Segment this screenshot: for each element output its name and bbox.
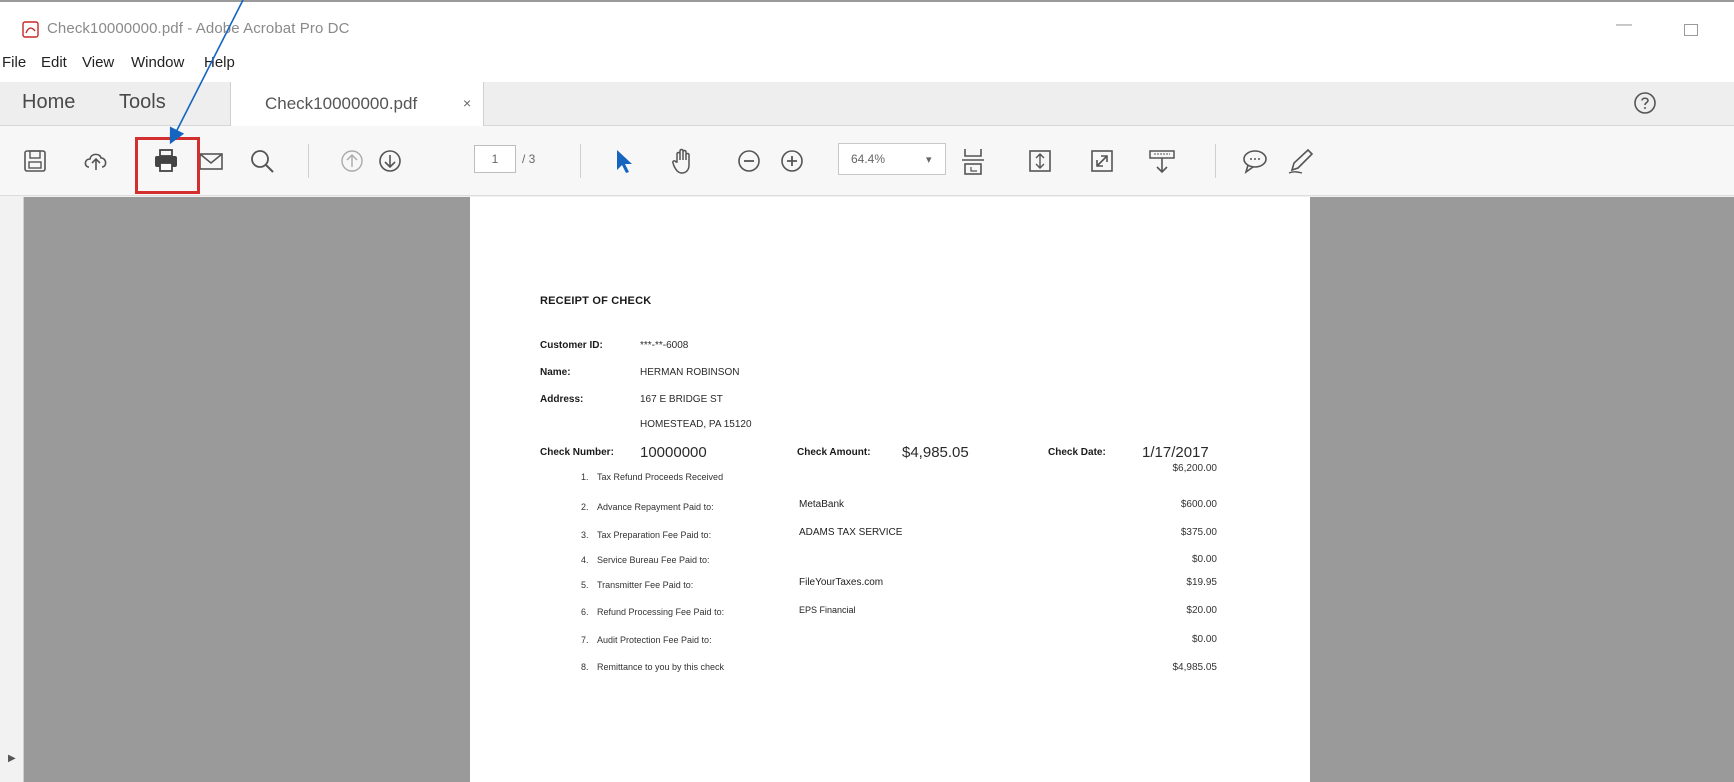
item-amount: $20.00 — [1186, 605, 1217, 616]
tab-bar: Home Tools Check10000000.pdf × — [0, 82, 1734, 127]
tab-document[interactable]: Check10000000.pdf × — [230, 82, 484, 127]
save-icon[interactable] — [20, 146, 50, 176]
document-title: RECEIPT OF CHECK — [540, 295, 652, 307]
item-amount: $4,985.05 — [1172, 662, 1218, 673]
item-label: Audit Protection Fee Paid to: — [597, 635, 712, 645]
pdf-page: RECEIPT OF CHECK Customer ID: ***-**-600… — [470, 197, 1310, 782]
check-date-value: 1/17/2017 — [1142, 444, 1209, 461]
toolbar-separator — [308, 144, 309, 178]
mail-icon[interactable] — [196, 146, 226, 176]
item-number: 6. — [581, 607, 589, 617]
pen-icon[interactable] — [1286, 146, 1316, 176]
cloud-upload-icon[interactable] — [81, 146, 111, 176]
item-amount: $600.00 — [1180, 499, 1217, 510]
item-label: Tax Preparation Fee Paid to: — [597, 530, 712, 540]
menu-file[interactable]: File — [2, 54, 26, 71]
item-number: 5. — [581, 580, 589, 590]
item-amount: $6,200.00 — [1172, 463, 1218, 474]
menu-bar: File Edit View Window Help — [0, 46, 1734, 82]
select-arrow-icon[interactable] — [608, 146, 638, 176]
zoom-dropdown[interactable]: 64.4% ▾ — [838, 143, 946, 175]
address-line2: HOMESTEAD, PA 15120 — [640, 419, 752, 430]
zoom-in-icon[interactable] — [777, 146, 807, 176]
item-payee: MetaBank — [799, 499, 845, 510]
item-amount: $0.00 — [1191, 554, 1217, 565]
tab-home[interactable]: Home — [22, 91, 75, 114]
item-payee: FileYourTaxes.com — [799, 577, 884, 588]
close-tab-button[interactable]: × — [463, 95, 471, 111]
toolbar-separator — [580, 144, 581, 178]
page-number-input[interactable]: 1 — [474, 145, 516, 173]
name-label: Name: — [540, 367, 571, 378]
check-number-label: Check Number: — [540, 447, 614, 458]
check-number-value: 10000000 — [640, 444, 707, 461]
page-down-icon[interactable] — [375, 146, 405, 176]
item-label: Advance Repayment Paid to: — [597, 502, 714, 512]
zoom-out-icon[interactable] — [734, 146, 764, 176]
maximize-button[interactable] — [1684, 24, 1698, 36]
item-number: 8. — [581, 662, 589, 672]
menu-help[interactable]: Help — [204, 54, 235, 71]
item-amount: $19.95 — [1186, 577, 1217, 588]
page-up-icon[interactable] — [337, 146, 367, 176]
tab-tools[interactable]: Tools — [119, 91, 166, 114]
menu-edit[interactable]: Edit — [41, 54, 67, 71]
hand-tool-icon[interactable] — [668, 146, 698, 176]
address-line1: 167 E BRIDGE ST — [640, 394, 723, 405]
fit-page-icon[interactable] — [958, 146, 988, 176]
item-label: Refund Processing Fee Paid to: — [597, 607, 725, 617]
name-value: HERMAN ROBINSON — [640, 367, 740, 378]
menu-window[interactable]: Window — [131, 54, 184, 71]
menu-view[interactable]: View — [82, 54, 114, 71]
title-bar: Check10000000.pdf - Adobe Acrobat Pro DC… — [0, 0, 1734, 46]
document-tab-label: Check10000000.pdf — [265, 94, 418, 113]
item-number: 1. — [581, 472, 589, 482]
check-date-label: Check Date: — [1048, 447, 1106, 458]
full-screen-icon[interactable] — [1087, 146, 1117, 176]
item-label: Remittance to you by this check — [597, 662, 725, 672]
expand-panel-icon[interactable]: ▶ — [8, 753, 16, 764]
scroll-mode-icon[interactable] — [1025, 146, 1055, 176]
item-label: Transmitter Fee Paid to: — [597, 580, 694, 590]
item-number: 4. — [581, 555, 589, 565]
window-title: Check10000000.pdf - Adobe Acrobat Pro DC — [47, 20, 350, 37]
item-label: Tax Refund Proceeds Received — [597, 472, 724, 482]
item-payee: ADAMS TAX SERVICE — [799, 527, 903, 538]
item-amount: $375.00 — [1180, 527, 1217, 538]
left-panel: ▶ — [0, 197, 24, 782]
chevron-down-icon: ▾ — [926, 154, 932, 166]
item-label: Service Bureau Fee Paid to: — [597, 555, 710, 565]
page-total: / 3 — [522, 152, 536, 166]
check-amount-value: $4,985.05 — [902, 444, 969, 461]
search-icon[interactable] — [247, 146, 277, 176]
customer-id-value: ***-**-6008 — [640, 340, 689, 351]
pdf-file-icon — [22, 21, 39, 38]
comment-icon[interactable] — [1240, 146, 1270, 176]
item-payee: EPS Financial — [799, 605, 856, 615]
check-amount-label: Check Amount: — [797, 447, 871, 458]
read-mode-icon[interactable] — [1147, 146, 1177, 176]
customer-id-label: Customer ID: — [540, 340, 603, 351]
address-label: Address: — [540, 394, 584, 405]
item-amount: $0.00 — [1191, 634, 1217, 645]
print-button-highlight — [135, 137, 200, 194]
item-number: 2. — [581, 502, 589, 512]
toolbar-separator — [1215, 144, 1216, 178]
help-icon[interactable] — [1632, 90, 1658, 116]
minimize-button[interactable]: — — [1616, 16, 1636, 36]
item-number: 7. — [581, 635, 589, 645]
item-number: 3. — [581, 530, 589, 540]
zoom-value: 64.4% — [851, 152, 886, 166]
